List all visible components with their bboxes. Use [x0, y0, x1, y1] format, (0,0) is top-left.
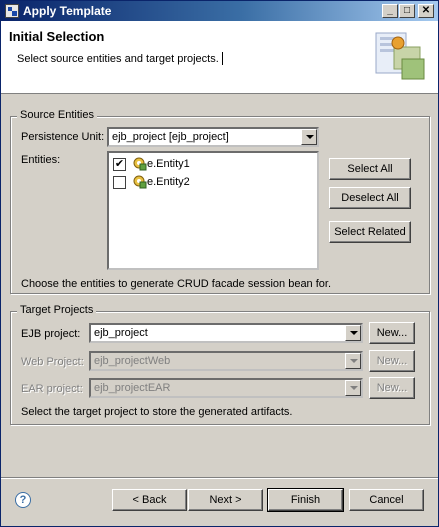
text-cursor	[222, 52, 223, 65]
select-all-button[interactable]: Select All	[329, 158, 411, 180]
ear-project-label: EAR project:	[21, 383, 83, 395]
entity2-checkbox[interactable]	[113, 176, 126, 189]
wizard-banner-icon	[375, 32, 425, 80]
dropdown-arrow-icon[interactable]	[301, 129, 317, 145]
page-description: Select source entities and target projec…	[17, 53, 219, 65]
entities-list[interactable]: ✔ e.Entity1 e.Entity2	[107, 151, 319, 270]
wizard-header: Initial Selection Select source entities…	[1, 21, 438, 94]
web-project-select[interactable]: ejb_projectWeb	[89, 351, 363, 371]
entity-bean-icon	[133, 175, 147, 189]
entity1-checkbox[interactable]: ✔	[113, 158, 126, 171]
apply-template-dialog: Apply Template _ □ ✕ Initial Selection S…	[0, 0, 439, 527]
window-title: Apply Template	[23, 4, 112, 18]
target-projects-hint: Select the target project to store the g…	[21, 406, 293, 418]
entities-hint: Choose the entities to generate CRUD fac…	[21, 278, 332, 290]
minimize-button[interactable]: _	[382, 4, 398, 18]
next-button[interactable]: Next >	[188, 489, 263, 511]
web-project-value: ejb_projectWeb	[94, 355, 171, 367]
entity1-label: e.Entity1	[147, 158, 190, 170]
persistence-unit-value: ejb_project [ejb_project]	[112, 131, 229, 143]
dropdown-arrow-icon[interactable]	[345, 353, 361, 369]
finish-button[interactable]: Finish	[267, 488, 344, 512]
app-icon	[5, 4, 19, 18]
new-ear-project-button[interactable]: New...	[369, 377, 415, 399]
dropdown-arrow-icon[interactable]	[345, 325, 361, 341]
back-button[interactable]: < Back	[112, 489, 187, 511]
ejb-project-select[interactable]: ejb_project	[89, 323, 363, 343]
dropdown-arrow-icon[interactable]	[345, 380, 361, 396]
footer-separator	[1, 477, 438, 479]
ejb-project-label: EJB project:	[21, 328, 81, 340]
new-web-project-button[interactable]: New...	[369, 350, 415, 372]
entity2-label: e.Entity2	[147, 176, 190, 188]
page-title: Initial Selection	[9, 29, 105, 44]
title-bar[interactable]: Apply Template _ □ ✕	[1, 1, 438, 21]
help-icon[interactable]: ?	[15, 492, 31, 508]
maximize-button[interactable]: □	[399, 4, 415, 18]
target-projects-legend: Target Projects	[17, 304, 97, 316]
web-project-label: Web Project:	[21, 356, 84, 368]
ear-project-value: ejb_projectEAR	[94, 382, 171, 394]
entity-bean-icon	[133, 157, 147, 171]
close-button[interactable]: ✕	[418, 4, 434, 18]
persistence-unit-label: Persistence Unit:	[21, 131, 105, 143]
new-ejb-project-button[interactable]: New...	[369, 322, 415, 344]
entities-label: Entities:	[21, 154, 61, 166]
source-entities-legend: Source Entities	[17, 109, 97, 121]
ear-project-select[interactable]: ejb_projectEAR	[89, 378, 363, 398]
cancel-button[interactable]: Cancel	[349, 489, 424, 511]
persistence-unit-select[interactable]: ejb_project [ejb_project]	[107, 127, 319, 147]
select-related-button[interactable]: Select Related	[329, 221, 411, 243]
ejb-project-value: ejb_project	[94, 327, 148, 339]
deselect-all-button[interactable]: Deselect All	[329, 187, 411, 209]
